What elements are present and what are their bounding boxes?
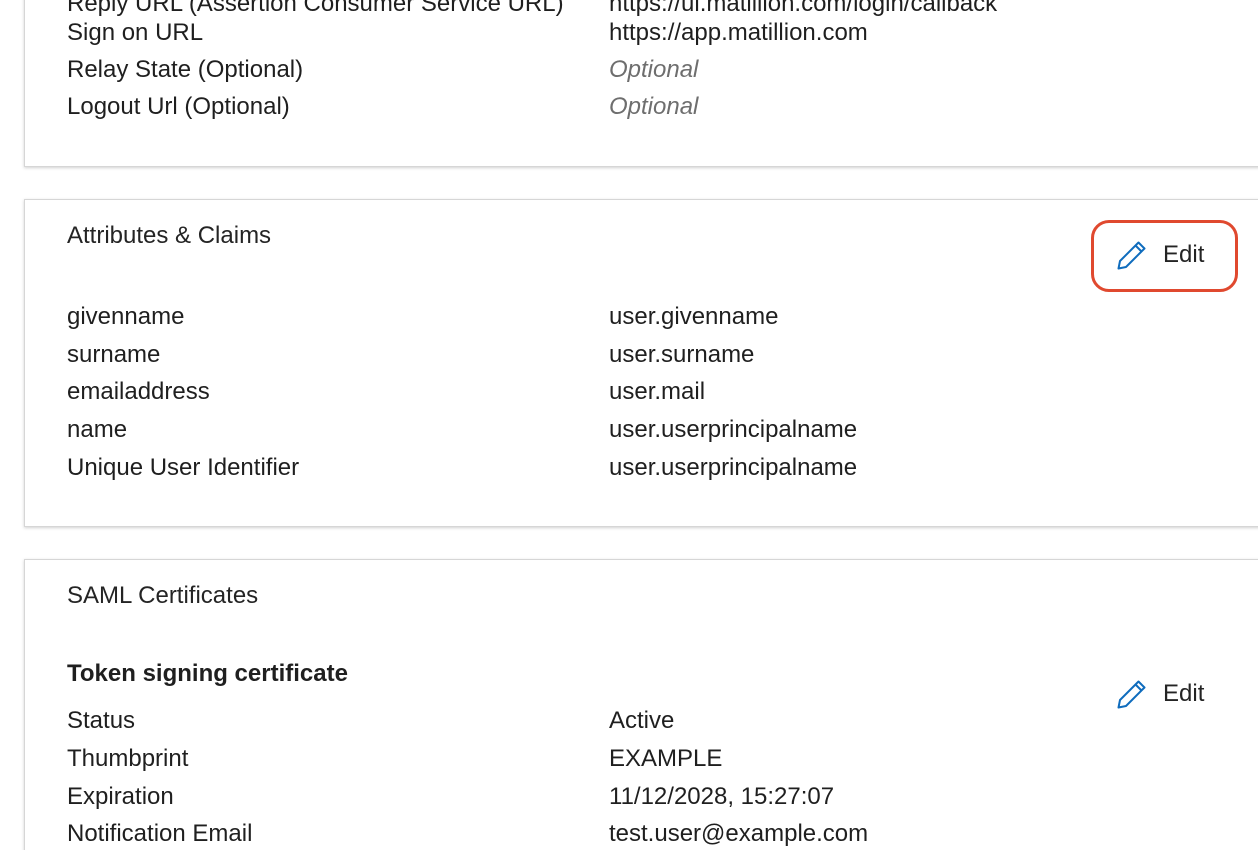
claim-value: user.mail <box>609 378 706 405</box>
config-value-placeholder: Optional <box>609 56 699 83</box>
claim-name: givenname <box>67 303 185 330</box>
certificate-label: Thumbprint <box>67 745 189 772</box>
claim-row: givenname user.givenname <box>67 298 1257 336</box>
claim-name: surname <box>67 341 161 368</box>
claim-row: name user.userprincipalname <box>67 411 1257 449</box>
pencil-icon <box>1115 238 1149 272</box>
config-value: https://app.matillion.com <box>609 19 868 46</box>
token-signing-heading: Token signing certificate <box>67 660 348 687</box>
attributes-claims-title: Attributes & Claims <box>67 222 272 249</box>
saml-certificates-title: SAML Certificates <box>67 582 259 609</box>
claim-value: user.userprincipalname <box>609 454 858 481</box>
certificate-value: test.user@example.com <box>609 820 869 847</box>
basic-saml-configuration-card: Reply URL (Assertion Consumer Service UR… <box>24 0 1258 167</box>
certificate-row-expiration: Expiration 11/12/2028, 15:27:07 <box>67 778 1257 816</box>
claim-row: emailaddress user.mail <box>67 373 1257 411</box>
certificate-row-status: Status Active <box>67 702 1257 740</box>
config-value-placeholder: Optional <box>609 93 699 120</box>
certificate-label: Expiration <box>67 783 174 810</box>
certificate-row-thumbprint: Thumbprint EXAMPLE <box>67 740 1257 778</box>
config-label: Sign on URL <box>67 19 204 46</box>
claim-name: emailaddress <box>67 378 210 405</box>
claim-value: user.userprincipalname <box>609 416 858 443</box>
certificate-label: Notification Email <box>67 820 253 847</box>
config-label: Logout Url (Optional) <box>67 93 290 120</box>
certificate-value: Active <box>609 707 675 734</box>
claim-value: user.surname <box>609 341 755 368</box>
saml-certificates-card: SAML Certificates Token signing certific… <box>24 559 1258 850</box>
edit-label: Edit <box>1163 241 1205 268</box>
claim-row: Unique User Identifier user.userprincipa… <box>67 449 1257 487</box>
certificate-value: 11/12/2028, 15:27:07 <box>609 783 835 810</box>
certificate-row-notification-email: Notification Email test.user@example.com <box>67 815 1257 850</box>
claim-value: user.givenname <box>609 303 779 330</box>
claim-name: Unique User Identifier <box>67 454 300 481</box>
attributes-edit-button[interactable]: Edit <box>1115 238 1204 272</box>
config-row-logout-url: Logout Url (Optional) Optional <box>67 88 1257 126</box>
claim-row: surname user.surname <box>67 336 1257 374</box>
config-row-relay-state: Relay State (Optional) Optional <box>67 51 1257 89</box>
attributes-claims-card: Attributes & Claims Edit givenname user.… <box>24 199 1258 527</box>
claim-name: name <box>67 416 128 443</box>
certificate-value: EXAMPLE <box>609 745 723 772</box>
config-row-sign-on-url: Sign on URL https://app.matillion.com <box>67 14 1257 52</box>
certificate-label: Status <box>67 707 136 734</box>
page: Reply URL (Assertion Consumer Service UR… <box>0 0 1258 850</box>
config-label: Relay State (Optional) <box>67 56 304 83</box>
